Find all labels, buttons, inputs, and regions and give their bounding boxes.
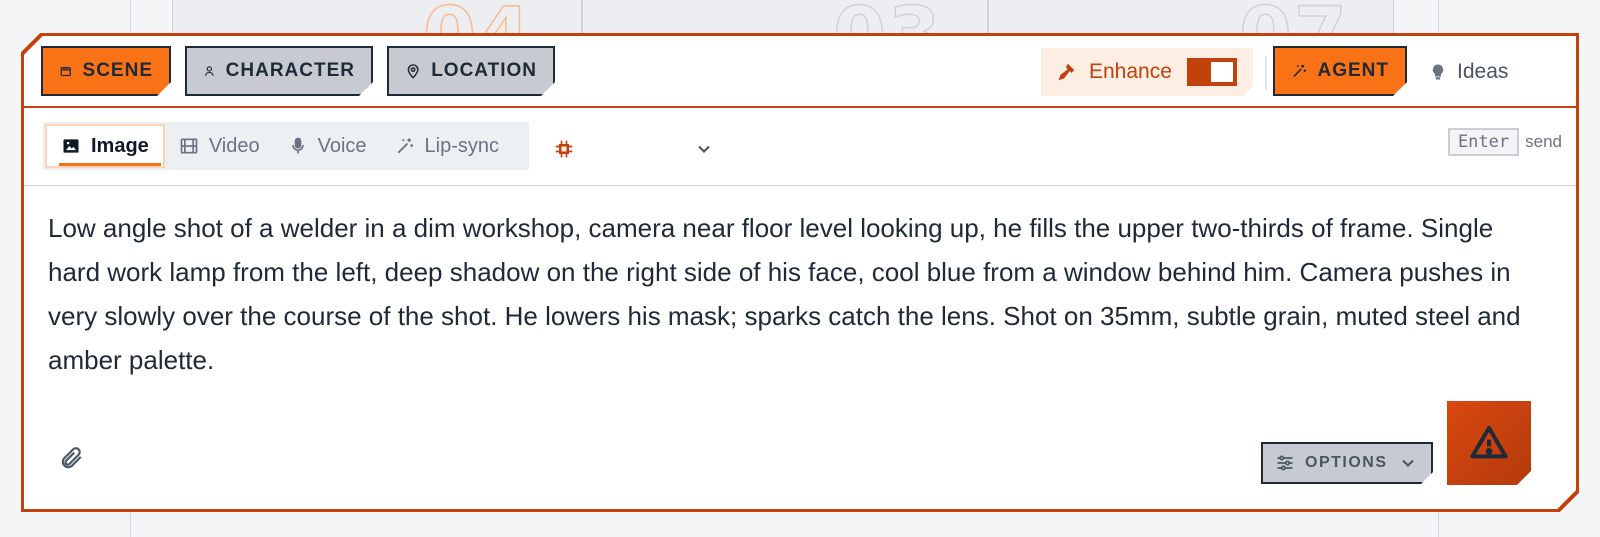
model-select[interactable] — [554, 134, 714, 164]
agent-button[interactable]: AGENT — [1273, 46, 1407, 96]
background-card: 03 — [582, 0, 988, 80]
tab-voice[interactable]: Voice — [274, 124, 381, 168]
enhance-control[interactable]: Enhance — [1041, 48, 1253, 96]
submit-button[interactable] — [1447, 401, 1531, 485]
magic-wand-icon — [1291, 62, 1308, 80]
magic-wand-icon — [395, 136, 415, 156]
map-pin-icon — [405, 62, 421, 80]
mode-tabs: Image Video Voice Lip-sync — [43, 122, 529, 170]
send-label: send — [1525, 132, 1562, 151]
mode-toolbar: Image Video Voice Lip-sync Enter send — [24, 108, 1576, 186]
chevron-down-icon — [1398, 453, 1418, 473]
context-toolbar: SCENE CHARACTER LOCATION Enhance AGENT I… — [24, 36, 1576, 108]
enter-key: Enter — [1448, 128, 1519, 156]
prompt-composer-panel: SCENE CHARACTER LOCATION Enhance AGENT I… — [21, 33, 1579, 512]
film-icon — [179, 136, 199, 156]
background-card: 07 — [988, 0, 1394, 80]
person-icon — [203, 62, 216, 80]
microphone-icon — [288, 136, 308, 156]
ideas-label: Ideas — [1457, 60, 1509, 83]
lightbulb-icon — [1429, 61, 1447, 83]
enhance-label: Enhance — [1089, 60, 1172, 83]
tab-image[interactable]: Image — [45, 124, 165, 168]
enhance-toggle[interactable] — [1187, 58, 1237, 86]
image-icon — [61, 136, 81, 156]
attach-button[interactable] — [58, 443, 84, 473]
chevron-down-icon — [694, 139, 714, 159]
options-button[interactable]: OPTIONS — [1261, 442, 1433, 484]
character-chip-label: CHARACTER — [225, 60, 355, 81]
location-chip-label: LOCATION — [431, 60, 537, 81]
sliders-icon — [1275, 453, 1295, 473]
send-hint: Enter send — [1448, 128, 1562, 156]
pen-icon — [1055, 61, 1077, 83]
agent-label: AGENT — [1317, 60, 1389, 81]
warning-triangle-icon — [1469, 423, 1509, 463]
tab-image-label: Image — [91, 134, 149, 157]
tab-lip-sync-label: Lip-sync — [424, 134, 500, 157]
location-chip[interactable]: LOCATION — [387, 46, 555, 96]
options-label: OPTIONS — [1305, 454, 1388, 471]
scene-chip[interactable]: SCENE — [41, 46, 171, 96]
tab-lip-sync[interactable]: Lip-sync — [381, 124, 513, 168]
scene-chip-label: SCENE — [82, 60, 153, 81]
paperclip-icon — [58, 443, 84, 473]
tab-voice-label: Voice — [317, 134, 367, 157]
ideas-button[interactable]: Ideas — [1429, 54, 1508, 90]
tab-video-label: Video — [208, 134, 260, 157]
character-chip[interactable]: CHARACTER — [185, 46, 373, 96]
background-card: 04 — [172, 0, 582, 80]
tab-video[interactable]: Video — [165, 124, 274, 168]
toolbar-divider — [1265, 56, 1267, 90]
chip-icon — [554, 139, 574, 159]
toggle-knob — [1211, 62, 1233, 82]
clapperboard-icon — [59, 62, 73, 80]
prompt-input[interactable]: Low angle shot of a welder in a dim work… — [48, 206, 1548, 382]
